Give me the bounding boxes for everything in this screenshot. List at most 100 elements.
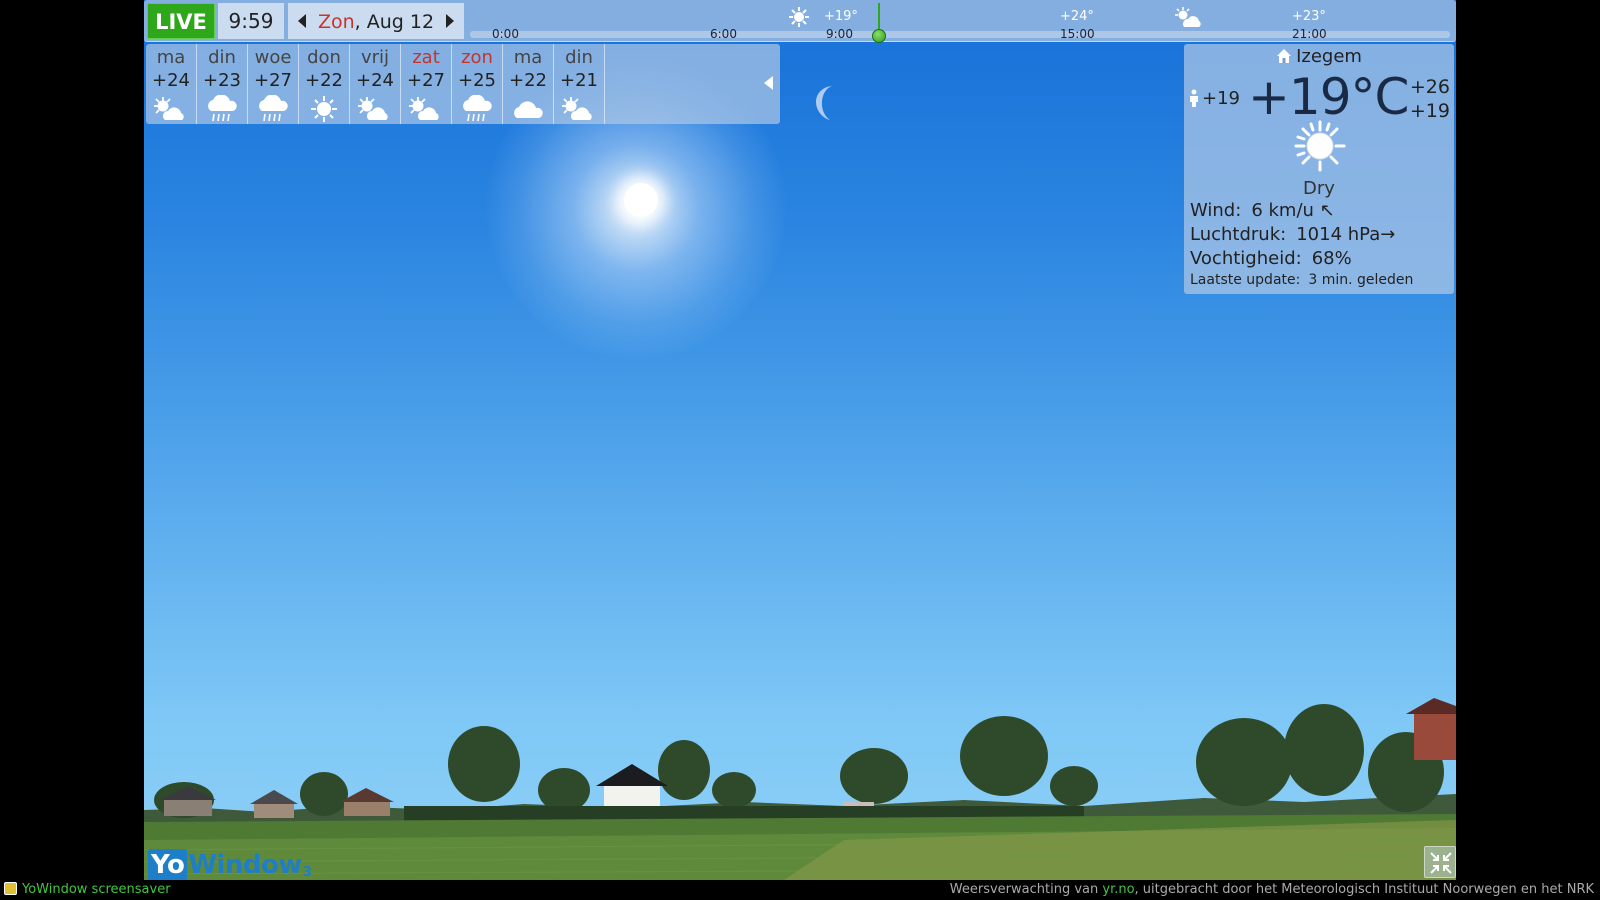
top-bar: LIVE 9:59 Zon, Aug 12 0:00 6:00 9:00 15:… xyxy=(144,0,1456,43)
forecast-day-name: vrij xyxy=(360,47,390,68)
wind-row: Wind: 6 km/u ↖ xyxy=(1190,200,1335,221)
app-name: YoWindow screensaver xyxy=(22,882,171,897)
credit-suffix: , uitgebracht door het Meteorologisch In… xyxy=(1134,882,1594,897)
date-navigator: Zon, Aug 12 xyxy=(288,3,464,39)
timeline-tick: 0:00 xyxy=(492,27,519,41)
forecast-day-temp: +23 xyxy=(203,70,241,91)
forecast-day[interactable]: zon +25 xyxy=(452,44,503,124)
yowindow-logo[interactable]: Yo Window 3 xyxy=(148,847,312,880)
forecast-day[interactable]: din +23 xyxy=(197,44,248,124)
location[interactable]: Izegem xyxy=(1184,46,1454,67)
date-label[interactable]: Zon, Aug 12 xyxy=(316,3,436,41)
exit-fullscreen-icon xyxy=(1430,852,1452,874)
forecast-day-temp: +24 xyxy=(356,70,394,91)
forecast-day-temp: +24 xyxy=(152,70,190,91)
logo-window: Window xyxy=(188,850,302,880)
person-icon xyxy=(1190,89,1198,107)
timeline-tick: 21:00 xyxy=(1292,27,1327,41)
forecast-day-name: din xyxy=(208,47,236,68)
forecast-day-temp: +27 xyxy=(254,70,292,91)
current-conditions-panel[interactable]: Izegem +19 +19°C +26 +19 Dry Wind: 6 km/u… xyxy=(1184,44,1454,294)
wind-label: Wind: xyxy=(1190,200,1242,221)
clock: 9:59 xyxy=(218,3,284,39)
hourly-timeline[interactable]: 0:00 6:00 9:00 15:00 21:00 +19° +24° +23… xyxy=(470,3,1450,43)
collapse-forecast-button[interactable] xyxy=(764,76,773,90)
forecast-day-temp: +27 xyxy=(407,70,445,91)
timeline-temp: +23° xyxy=(1292,9,1326,24)
forecast-day[interactable]: ma +22 xyxy=(503,44,554,124)
status-strip: YoWindow screensaver Weersverwachting va… xyxy=(0,880,1600,900)
date-month-day: , Aug 12 xyxy=(354,11,435,33)
last-update-value: 3 min. geleden xyxy=(1308,272,1414,288)
sun xyxy=(624,183,658,217)
temp-high: +26 xyxy=(1409,76,1450,98)
forecast-day-temp: +22 xyxy=(509,70,547,91)
timeline-tick: 6:00 xyxy=(710,27,737,41)
next-day-button[interactable] xyxy=(446,14,454,28)
live-button[interactable]: LIVE xyxy=(147,3,215,39)
location-name: Izegem xyxy=(1296,46,1362,67)
forecast-day[interactable]: vrij +24 xyxy=(350,44,401,124)
forecast-day-name: zat xyxy=(412,47,440,68)
fullscreen-button[interactable] xyxy=(1424,846,1456,878)
logo-version: 3 xyxy=(302,865,312,880)
moon-icon xyxy=(816,86,832,120)
daily-forecast: ma +24 din +23 woe +27 don +22 vrij +24 zat +27 zon +… xyxy=(146,44,780,124)
last-update: Laatste update: 3 min. geleden xyxy=(1190,272,1413,288)
partly-cloudy-icon xyxy=(350,94,400,124)
partly-cloudy-icon xyxy=(401,94,451,124)
yowindow-app-icon xyxy=(4,882,17,895)
home-icon xyxy=(1277,49,1292,63)
partly-cloudy-icon xyxy=(554,94,604,124)
humidity-label: Vochtigheid: xyxy=(1190,248,1302,269)
current-temperature: +19°C xyxy=(1248,68,1409,126)
rain-icon xyxy=(197,94,247,124)
timeline-temp: +19° xyxy=(824,9,858,24)
humidity-value: 68% xyxy=(1311,248,1352,269)
partly-cloudy-icon xyxy=(146,94,196,124)
partly-cloudy-icon xyxy=(1175,7,1201,27)
pressure-trend-icon: → xyxy=(1380,224,1396,245)
pressure-label: Luchtdruk: xyxy=(1190,224,1287,245)
condition-text: Dry xyxy=(1303,178,1335,199)
pressure-row: Luchtdruk: 1014 hPa→ xyxy=(1190,224,1395,245)
rain-icon xyxy=(452,94,502,124)
wind-direction-icon: ↖ xyxy=(1319,200,1335,221)
forecast-day[interactable]: ma +24 xyxy=(146,44,197,124)
forecast-day[interactable]: woe +27 xyxy=(248,44,299,124)
timeline-tick: 15:00 xyxy=(1060,27,1095,41)
humidity-row: Vochtigheid: 68% xyxy=(1190,248,1352,269)
yr-no-link[interactable]: yr.no xyxy=(1102,882,1134,897)
forecast-day-name: ma xyxy=(513,47,543,68)
pressure-value: 1014 hPa xyxy=(1296,224,1381,245)
sun-icon xyxy=(789,7,809,27)
forecast-day-temp: +21 xyxy=(560,70,598,91)
forecast-day-name: don xyxy=(307,47,341,68)
timeline-handle[interactable] xyxy=(872,29,886,43)
credit-prefix: Weersverwachting van xyxy=(949,882,1103,897)
timeline-temp: +24° xyxy=(1060,9,1094,24)
forecast-day-name: din xyxy=(565,47,593,68)
last-update-label: Laatste update: xyxy=(1190,272,1301,288)
screensaver-label: YoWindow screensaver xyxy=(4,880,171,900)
date-weekday: Zon xyxy=(317,11,355,33)
previous-day-button[interactable] xyxy=(298,14,306,28)
forecast-day-name: woe xyxy=(254,47,292,68)
sun-icon xyxy=(1294,120,1346,172)
sun-icon xyxy=(299,94,349,124)
temp-low: +19 xyxy=(1409,100,1450,122)
feels-like: +19 xyxy=(1188,88,1240,109)
forecast-day-temp: +22 xyxy=(305,70,343,91)
forecast-day[interactable]: don +22 xyxy=(299,44,350,124)
cloud-icon xyxy=(503,94,553,124)
forecast-day-name: ma xyxy=(156,47,186,68)
landscape-scenery xyxy=(144,698,1456,880)
weather-stage: LIVE 9:59 Zon, Aug 12 0:00 6:00 9:00 15:… xyxy=(144,0,1456,880)
forecast-credit: Weersverwachting van yr.no, uitgebracht … xyxy=(950,880,1594,900)
wind-value: 6 km/u xyxy=(1251,200,1314,221)
timeline-tick: 9:00 xyxy=(826,27,853,41)
forecast-day-name: zon xyxy=(461,47,493,68)
forecast-day[interactable]: zat +27 xyxy=(401,44,452,124)
logo-yo: Yo xyxy=(148,849,188,880)
forecast-day[interactable]: din +21 xyxy=(554,44,605,124)
